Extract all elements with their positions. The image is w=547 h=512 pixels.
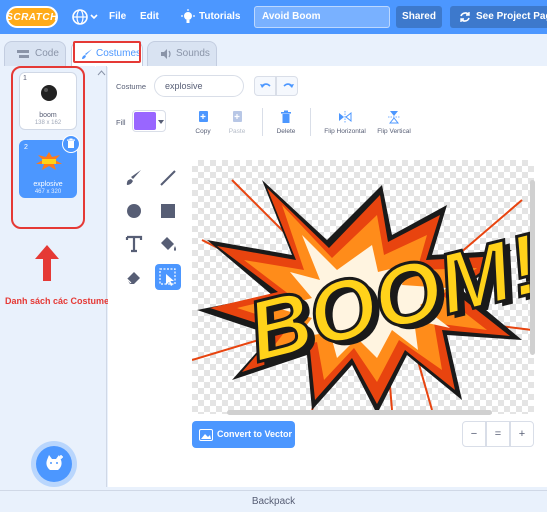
costume-list-scrollbar[interactable] (96, 66, 107, 487)
paste-label: Paste (228, 128, 246, 135)
costume-name-caption: Costume (116, 82, 147, 91)
eraser-icon (126, 272, 140, 284)
rectangle-tool[interactable] (155, 198, 181, 224)
file-menu[interactable]: File (109, 0, 126, 34)
menu-bar: SCRATCH File Edit Tutorials Avoid Boom S… (0, 0, 547, 34)
undo-icon (260, 83, 271, 88)
select-tool[interactable] (155, 264, 181, 290)
paint-bucket-icon (161, 237, 176, 251)
choose-costume-button[interactable] (36, 446, 72, 482)
circle-tool[interactable] (121, 198, 147, 224)
zoom-in-button[interactable]: + (510, 421, 534, 447)
edit-menu[interactable]: Edit (140, 0, 159, 34)
costume-list-highlight (11, 66, 85, 229)
rectangle-icon (161, 204, 175, 218)
fill-tool[interactable] (155, 231, 181, 257)
tab-code-label: Code (35, 48, 59, 59)
tutorials-menu[interactable]: Tutorials (199, 0, 240, 34)
flip-vertical-button[interactable]: Flip Vertical (372, 110, 416, 135)
zoom-out-button[interactable]: − (462, 421, 486, 447)
eraser-tool[interactable] (121, 264, 147, 290)
trash-icon (281, 110, 291, 123)
explosion-artwork: BOOM! BOOM! (192, 179, 534, 414)
project-title-input[interactable]: Avoid Boom (254, 6, 390, 28)
flip-vertical-label: Flip Vertical (377, 128, 411, 135)
text-icon (125, 235, 143, 253)
brush-icon (126, 170, 141, 185)
flip-horizontal-button[interactable]: Flip Horizontal (318, 110, 372, 135)
annotation-label: Danh sách các Costume (5, 296, 110, 306)
code-blocks-icon (17, 50, 29, 58)
tab-code[interactable]: Code (4, 41, 66, 66)
circle-icon (127, 204, 141, 218)
tab-sounds[interactable]: Sounds (147, 41, 217, 66)
speaker-icon (161, 49, 171, 59)
select-arrow-icon (159, 268, 176, 286)
zoom-reset-button[interactable]: = (486, 421, 510, 447)
fill-caption: Fill (116, 118, 126, 127)
delete-button[interactable]: Delete (266, 110, 306, 135)
paint-canvas[interactable]: BOOM! BOOM! (192, 160, 534, 414)
refresh-icon (460, 12, 470, 22)
backpack-bar[interactable]: Backpack (0, 490, 547, 512)
cat-icon (46, 455, 63, 470)
line-icon (160, 170, 176, 186)
flip-horizontal-icon (339, 111, 352, 123)
redo-icon (283, 83, 294, 88)
caret-down-icon (158, 120, 164, 124)
toolbar-divider (262, 108, 263, 136)
flip-horizontal-label: Flip Horizontal (324, 128, 366, 135)
undo-button[interactable] (254, 76, 276, 96)
brush-tool[interactable] (121, 165, 147, 191)
lightbulb-icon (181, 9, 195, 23)
canvas-horizontal-scrollbar[interactable] (227, 410, 492, 415)
copy-icon (199, 111, 208, 122)
canvas-vertical-scrollbar[interactable] (530, 180, 535, 355)
shared-button[interactable]: Shared (396, 6, 442, 28)
scratch-logo[interactable]: SCRATCH (6, 6, 58, 28)
paste-button[interactable]: Paste (217, 110, 257, 135)
paste-icon (233, 111, 242, 122)
flip-vertical-icon (388, 111, 400, 124)
tab-sounds-label: Sounds (176, 48, 210, 59)
costume-name-input[interactable]: explosive (154, 75, 244, 97)
costumes-tab-highlight (73, 41, 141, 63)
redo-button[interactable] (276, 76, 298, 96)
convert-to-vector-button[interactable]: Convert to Vector (192, 421, 295, 448)
globe-icon (72, 9, 98, 25)
copy-label: Copy (195, 128, 211, 135)
convert-label: Convert to Vector (217, 429, 293, 439)
language-menu[interactable] (71, 8, 99, 26)
fill-color-swatch (134, 112, 156, 130)
line-tool[interactable] (155, 165, 181, 191)
toolbar-divider (310, 108, 311, 136)
arrow-up-icon (35, 245, 59, 281)
text-tool[interactable] (121, 231, 147, 257)
delete-label: Delete (276, 128, 296, 135)
scroll-up-icon (97, 70, 106, 76)
image-icon (199, 429, 213, 441)
